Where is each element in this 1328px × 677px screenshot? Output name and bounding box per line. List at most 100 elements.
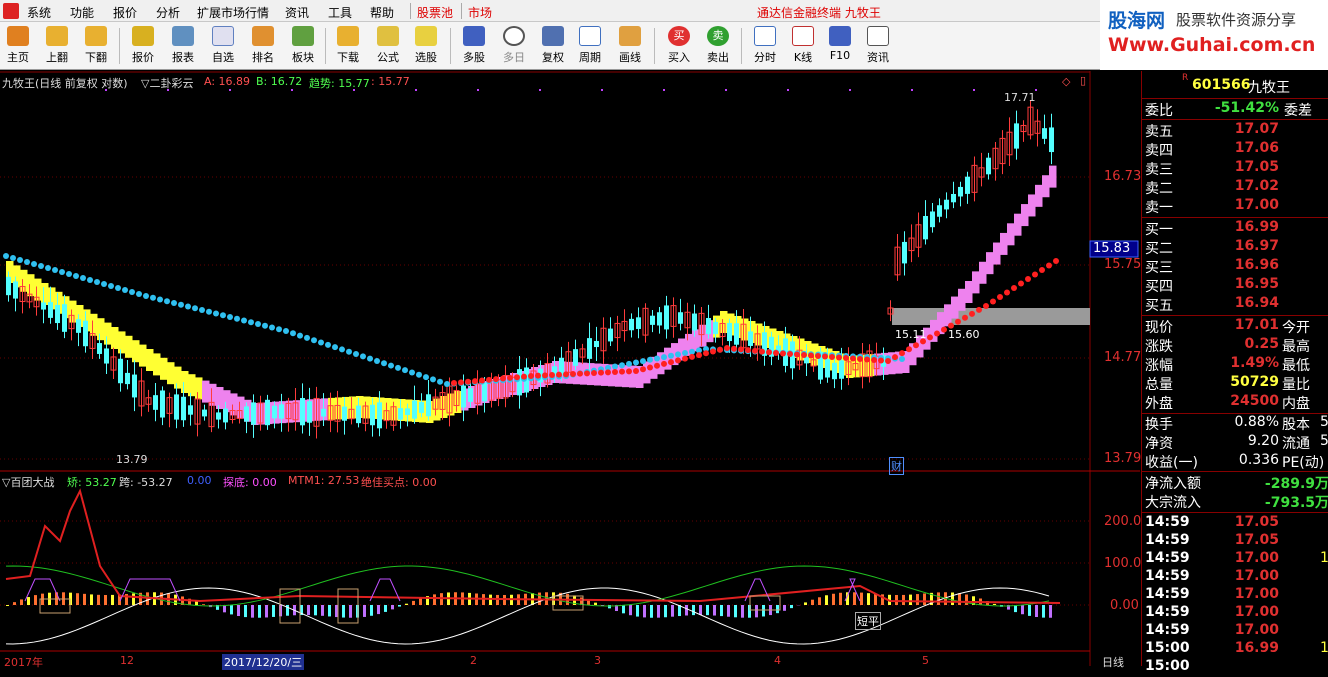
high-label: 17.71	[1004, 91, 1036, 104]
intraday-icon	[754, 26, 776, 46]
x-axis-label: 5	[922, 654, 929, 667]
menu-item-quote[interactable]: 报价	[113, 4, 137, 21]
f10-icon	[829, 26, 851, 46]
intraday-button[interactable]: 分时	[747, 24, 783, 68]
tab-market[interactable]: 市场	[468, 4, 492, 21]
menu-item-tools[interactable]: 工具	[328, 4, 352, 21]
sub-value: 0.00	[187, 474, 212, 487]
current-price-label: 15.83	[1093, 241, 1130, 259]
ranking-button[interactable]: 排名	[245, 24, 281, 68]
kline-button[interactable]: K线	[785, 24, 821, 68]
buy-2-row[interactable]: 买二16.97	[1142, 238, 1328, 257]
sell-button[interactable]: 卖卖出	[700, 24, 736, 68]
formula-button[interactable]: 公式	[370, 24, 406, 68]
multi-day-button[interactable]: 多日	[496, 24, 532, 68]
page-up-button[interactable]: 上翻	[39, 24, 75, 68]
sell-3-row[interactable]: 卖三17.05	[1142, 159, 1328, 178]
sub-indicator-title[interactable]: ▽百团大战	[2, 474, 54, 490]
buy-3-row[interactable]: 买三16.96	[1142, 257, 1328, 276]
adjust-rights-button[interactable]: 复权	[535, 24, 571, 68]
period-button[interactable]: 周期	[572, 24, 608, 68]
page-down-button[interactable]: 下翻	[78, 24, 114, 68]
flow-row: 净流入额-289.9万	[1142, 473, 1328, 492]
stat2-row: 换手0.88%股本5	[1142, 414, 1328, 433]
news-icon	[867, 26, 889, 46]
formula-icon	[377, 26, 399, 46]
f10-button[interactable]: F10	[822, 24, 858, 68]
adjust-icon	[542, 26, 564, 46]
indicator-a: A: 16.89	[204, 75, 250, 88]
buy-4-row[interactable]: 买四16.95	[1142, 276, 1328, 295]
quote-button[interactable]: 报价	[125, 24, 161, 68]
diamond-icon[interactable]: ◇	[1062, 75, 1070, 88]
menu-item-extended-market[interactable]: 扩展市场行情	[197, 4, 269, 21]
multi-stock-button[interactable]: 多股	[456, 24, 492, 68]
flow-row: 大宗流入-793.5万	[1142, 492, 1328, 511]
menu-item-system[interactable]: 系统	[27, 4, 51, 21]
download-button[interactable]: 下载	[330, 24, 366, 68]
stock-header: R 601566 九牧王	[1142, 77, 1328, 96]
guhai-banner: 股海网 股票软件资源分享 Www.Guhai.com.cn	[1100, 0, 1328, 70]
tab-stock-pool[interactable]: 股票池	[417, 4, 453, 21]
draw-line-button[interactable]: 画线	[612, 24, 648, 68]
buy-1-row[interactable]: 买一16.99	[1142, 219, 1328, 238]
sub-axis-label: 0.00	[1110, 598, 1139, 616]
sub-tandi: 探底: 0.00	[223, 474, 277, 490]
watchlist-button[interactable]: 自选	[205, 24, 241, 68]
arrow-up-icon	[46, 26, 68, 46]
stat-row: 涨跌0.25最高	[1142, 336, 1328, 355]
tick-row: 14:5917.00	[1142, 586, 1328, 605]
sell-2-row[interactable]: 卖二17.02	[1142, 178, 1328, 197]
report-icon	[172, 26, 194, 46]
sell-1-row[interactable]: 卖一17.00	[1142, 197, 1328, 216]
menu-item-function[interactable]: 功能	[70, 4, 94, 21]
tick-row: 14:5917.05	[1142, 514, 1328, 533]
guhai-url: Www.Guhai.com.cn	[1108, 34, 1315, 56]
kline-chart[interactable]	[0, 71, 1140, 666]
panel-toggle-icon[interactable]: ▯	[1080, 74, 1086, 87]
sell-4-row[interactable]: 卖四17.06	[1142, 140, 1328, 159]
price-axis-label: 14.77	[1104, 350, 1141, 368]
sub-axis-label: 200.0	[1104, 514, 1141, 532]
window-title: 通达信金融终端 九牧王	[757, 4, 881, 21]
weibi-row: 委比 -51.42% 委差	[1142, 100, 1328, 119]
x-axis-label: 12	[120, 654, 134, 667]
candlestick-icon	[792, 26, 814, 46]
price-axis-label: 16.73	[1104, 169, 1141, 187]
buy-icon: 买	[668, 26, 690, 46]
sector-button[interactable]: 板块	[285, 24, 321, 68]
buy-button[interactable]: 买买入	[661, 24, 697, 68]
report-button[interactable]: 报表	[165, 24, 201, 68]
price-axis-label: 13.79	[1104, 451, 1141, 469]
stat2-row: 收益(一)0.336PE(动)	[1142, 452, 1328, 471]
home-button[interactable]: 主页	[0, 24, 36, 68]
tick-row: 14:5917.05	[1142, 532, 1328, 551]
app-logo-icon	[3, 3, 19, 19]
chart-title: 九牧王(日线 前复权 对数)	[2, 75, 128, 91]
stat-row: 外盘24500内盘	[1142, 393, 1328, 412]
period-label[interactable]: 日线	[1102, 654, 1124, 670]
x-axis-label: 2017年	[4, 654, 43, 670]
stat2-row: 净资9.20流通5	[1142, 433, 1328, 452]
sell-icon: 卖	[707, 26, 729, 46]
indicator-name[interactable]: ▽二卦彩云	[141, 75, 193, 91]
tick-row: 14:5917.0018	[1142, 550, 1328, 569]
sub-jiao: 矫: 53.27	[67, 474, 117, 490]
f8-icon	[579, 26, 601, 46]
stock-picker-button[interactable]: 选股	[408, 24, 444, 68]
ranking-icon	[252, 26, 274, 46]
menu-item-analysis[interactable]: 分析	[156, 4, 180, 21]
finance-marker[interactable]: 财	[889, 457, 904, 475]
sell-5-row[interactable]: 卖五17.07	[1142, 121, 1328, 140]
sub-best-buy: 绝佳买点: 0.00	[361, 474, 437, 490]
menu-item-news[interactable]: 资讯	[285, 4, 309, 21]
home-icon	[7, 26, 29, 46]
guhai-brand: 股海网	[1108, 6, 1165, 33]
chart-area[interactable]: 九牧王(日线 前复权 对数) ▽二卦彩云 A: 16.89 B: 16.72 趋…	[0, 71, 1140, 666]
news-button[interactable]: 资讯	[860, 24, 896, 68]
stat-row: 总量50729量比	[1142, 374, 1328, 393]
tick-row: 14:5917.00	[1142, 604, 1328, 623]
menu-item-help[interactable]: 帮助	[370, 4, 394, 21]
tick-row: 15:0016.9915	[1142, 640, 1328, 659]
buy-5-row[interactable]: 买五16.94	[1142, 295, 1328, 314]
